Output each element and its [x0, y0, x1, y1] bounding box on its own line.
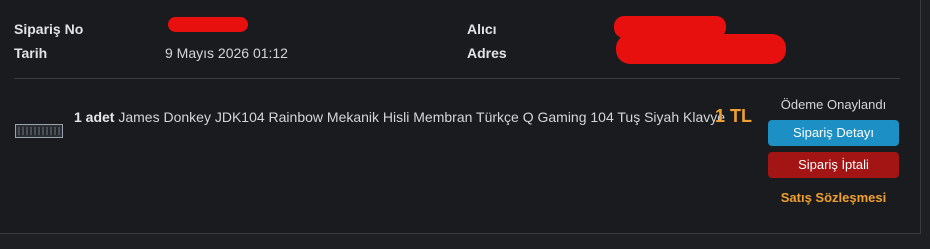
order-number-redaction: [168, 17, 248, 32]
divider: [14, 78, 900, 79]
address-redaction: [616, 34, 786, 64]
item-title[interactable]: James Donkey JDK104 Rainbow Mekanik Hisl…: [118, 109, 725, 125]
order-card: Sipariş No Tarih 9 Mayıs 2026 01:12 Alıc…: [0, 0, 921, 234]
address-label: Adres: [467, 45, 507, 61]
payment-status: Ödeme Onaylandı: [780, 97, 887, 112]
date-label: Tarih: [14, 45, 48, 61]
recipient-label: Alıcı: [467, 21, 497, 37]
item-description: 1 adet James Donkey JDK104 Rainbow Mekan…: [74, 109, 725, 125]
keyboard-icon[interactable]: [15, 124, 63, 138]
item-quantity: 1 adet: [74, 109, 115, 125]
item-price: 1 TL: [715, 106, 753, 126]
page: Sipariş No Tarih 9 Mayıs 2026 01:12 Alıc…: [0, 0, 930, 249]
order-number-label: Sipariş No: [14, 21, 84, 37]
sales-contract-link[interactable]: Satış Sözleşmesi: [768, 190, 899, 205]
order-cancel-button[interactable]: Sipariş İptali: [768, 152, 899, 178]
order-detail-button[interactable]: Sipariş Detayı: [768, 120, 899, 146]
keyboard-keys: [18, 127, 60, 135]
date-value: 9 Mayıs 2026 01:12: [165, 45, 288, 61]
